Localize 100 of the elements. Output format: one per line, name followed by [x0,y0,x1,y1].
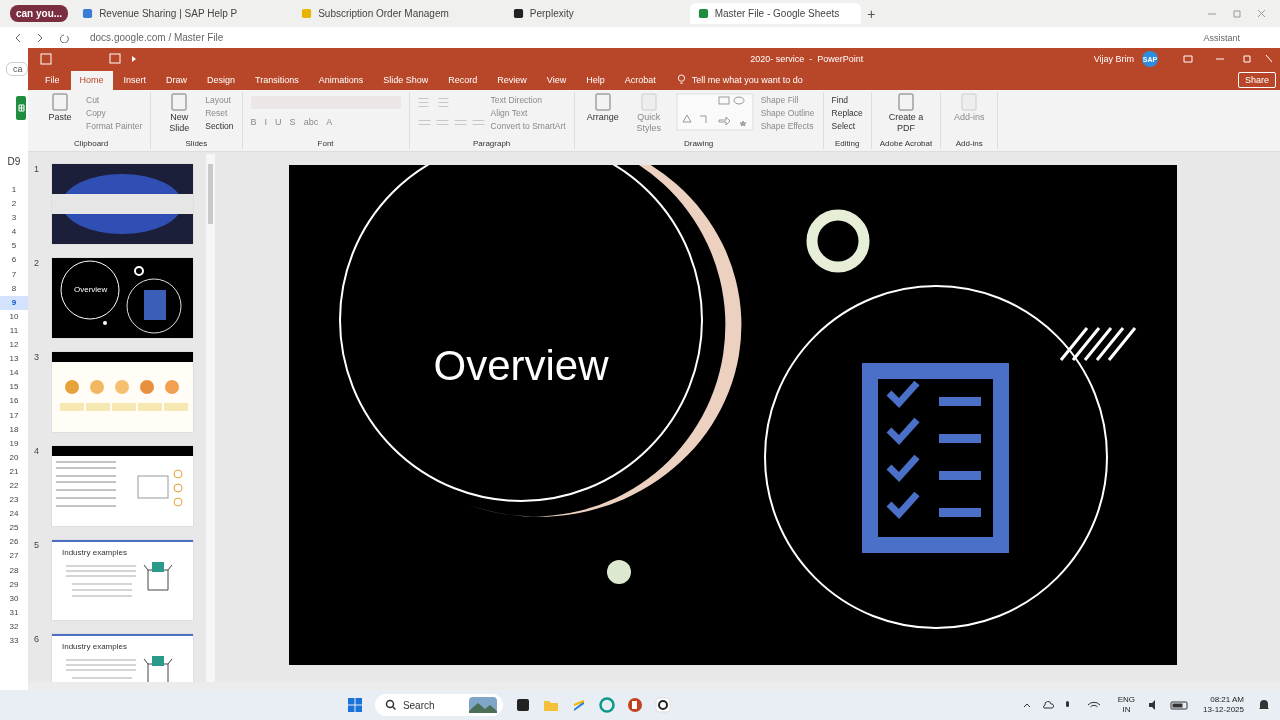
row-number[interactable]: 5 [0,239,28,254]
row-number[interactable]: 13 [0,352,28,367]
ribbon-button[interactable]: New Slide [159,92,200,134]
row-number[interactable]: 11 [0,323,28,339]
ribbon-tab[interactable]: Help [577,71,614,90]
ribbon-button[interactable]: Create a PDF [886,92,926,134]
search-field[interactable]: Tell me what you want to do [691,75,803,90]
slide-thumbnail[interactable]: Industry examples [52,540,193,620]
tab-group-label[interactable]: can you... [10,5,69,22]
slide-thumbnail[interactable] [52,352,193,432]
scrollbar[interactable] [206,154,215,682]
row-number[interactable]: 8 [0,281,28,296]
region-indicator[interactable]: IN [1122,705,1131,715]
ribbon-command[interactable]: Section [205,121,234,131]
slide-thumbnail[interactable]: Industry examples [52,634,193,682]
group-label: Paragraph [472,139,511,149]
site-icon [512,8,524,19]
row-number[interactable]: 28 [0,563,28,578]
ribbon-tab[interactable]: Review [488,71,536,90]
row-number[interactable]: 2 [0,197,28,212]
row-number[interactable]: 1 [0,183,28,198]
slide-title: Overview [433,342,608,389]
row-number[interactable]: 6 [0,253,28,268]
share-button[interactable]: Share [1237,72,1276,88]
row-number[interactable]: 27 [0,549,28,564]
row-number[interactable]: 7 [0,267,28,282]
row-number[interactable]: 12 [0,338,28,353]
row-number[interactable]: 4 [0,225,28,240]
clock-date[interactable]: 13-12-2025 [1203,705,1244,715]
browser-tab[interactable]: Master File - Google Sheets [689,3,862,24]
ribbon-button[interactable]: Paste [40,92,80,123]
row-number[interactable]: 29 [0,577,28,592]
new-tab-button[interactable]: + [867,5,876,22]
row-number[interactable]: 14 [0,366,28,381]
thumbnail-title: Industry examples [62,548,127,557]
ribbon-tab[interactable]: Record [439,71,487,90]
paragraph-tools-icon [417,98,485,125]
ribbon-tab[interactable]: Slide Show [374,71,438,90]
slide-number: 5 [34,540,40,552]
browser-tab[interactable]: Perplexity [504,3,624,24]
row-number[interactable]: 23 [0,493,28,508]
row-number[interactable]: 16 [0,394,28,409]
window-icon[interactable] [514,697,531,713]
checklist-icon [861,363,1009,553]
row-number[interactable]: 15 [0,380,28,395]
ring-icon [806,209,869,273]
thumbnail-title: Industry examples [62,642,127,651]
slide-thumbnail[interactable] [52,164,193,244]
language-indicator[interactable]: ENG [1117,695,1136,705]
group-label: Slides [185,139,208,149]
landscape-icon [468,697,497,713]
assistant-button[interactable]: Assistant [1203,32,1240,43]
row-number[interactable]: 17 [0,408,28,423]
ribbon-tab[interactable]: Transitions [246,71,308,90]
search-field[interactable]: Search [374,694,503,716]
group-label: Add-ins [955,139,983,149]
lightbulb-icon [676,74,686,85]
slide-thumbnail[interactable]: Overview [52,258,193,338]
row-number[interactable]: 10 [0,309,28,324]
cell-reference[interactable]: D9 [7,156,21,167]
clock-time[interactable]: 08:21 AM [1210,695,1244,705]
ribbon-command[interactable]: Find [831,95,863,105]
ribbon-tab[interactable]: Design [198,71,245,90]
address-field[interactable]: docs.google.com / Master File [90,32,224,43]
ribbon-command[interactable]: Replace [831,108,863,118]
browser-tab[interactable]: Revenue Sharing | SAP Help P [74,3,288,24]
row-number[interactable]: 22 [0,478,28,494]
row-number[interactable]: 32 [0,619,28,634]
row-number[interactable]: 31 [0,605,28,620]
row-number[interactable]: 18 [0,422,28,437]
slide-thumbnail[interactable] [52,446,193,526]
row-number[interactable]: 25 [0,521,28,536]
row-number[interactable]: 33 [0,634,28,649]
ribbon-tab[interactable]: File [36,71,69,90]
row-number[interactable]: 30 [0,591,28,606]
browser-tab[interactable]: Subscription Order Managem [293,3,499,24]
ribbon-command[interactable]: Select [831,121,863,131]
row-number[interactable]: 9 [0,295,28,310]
windows-logo-icon[interactable] [346,697,363,713]
ribbon-tab[interactable]: View [537,71,576,90]
ribbon-tab[interactable]: Draw [157,71,197,90]
row-number[interactable]: 26 [0,535,28,550]
ribbon-tab[interactable]: Insert [114,71,156,90]
row-number[interactable]: 24 [0,507,28,522]
row-number[interactable]: 20 [0,450,28,465]
ribbon-tab[interactable]: Home [70,71,113,90]
filter-chip[interactable]: ca [6,62,28,76]
row-number[interactable]: 21 [0,464,28,479]
sheets-icon[interactable] [16,96,26,120]
user-name[interactable]: Vijay Brim [1093,54,1134,64]
presentation-app-icon[interactable] [626,697,643,713]
row-number[interactable]: 19 [0,436,28,451]
slide-canvas[interactable]: Overview [288,165,1177,665]
group-label: Editing [834,139,860,149]
window-controls-icon[interactable] [1182,54,1272,64]
slash-lines-icon [1059,326,1136,362]
ribbon-tab[interactable]: Acrobat [615,71,665,90]
row-number[interactable]: 3 [0,211,28,226]
ribbon-button[interactable]: Arrange [582,92,623,123]
ribbon-tab[interactable]: Animations [309,71,373,90]
